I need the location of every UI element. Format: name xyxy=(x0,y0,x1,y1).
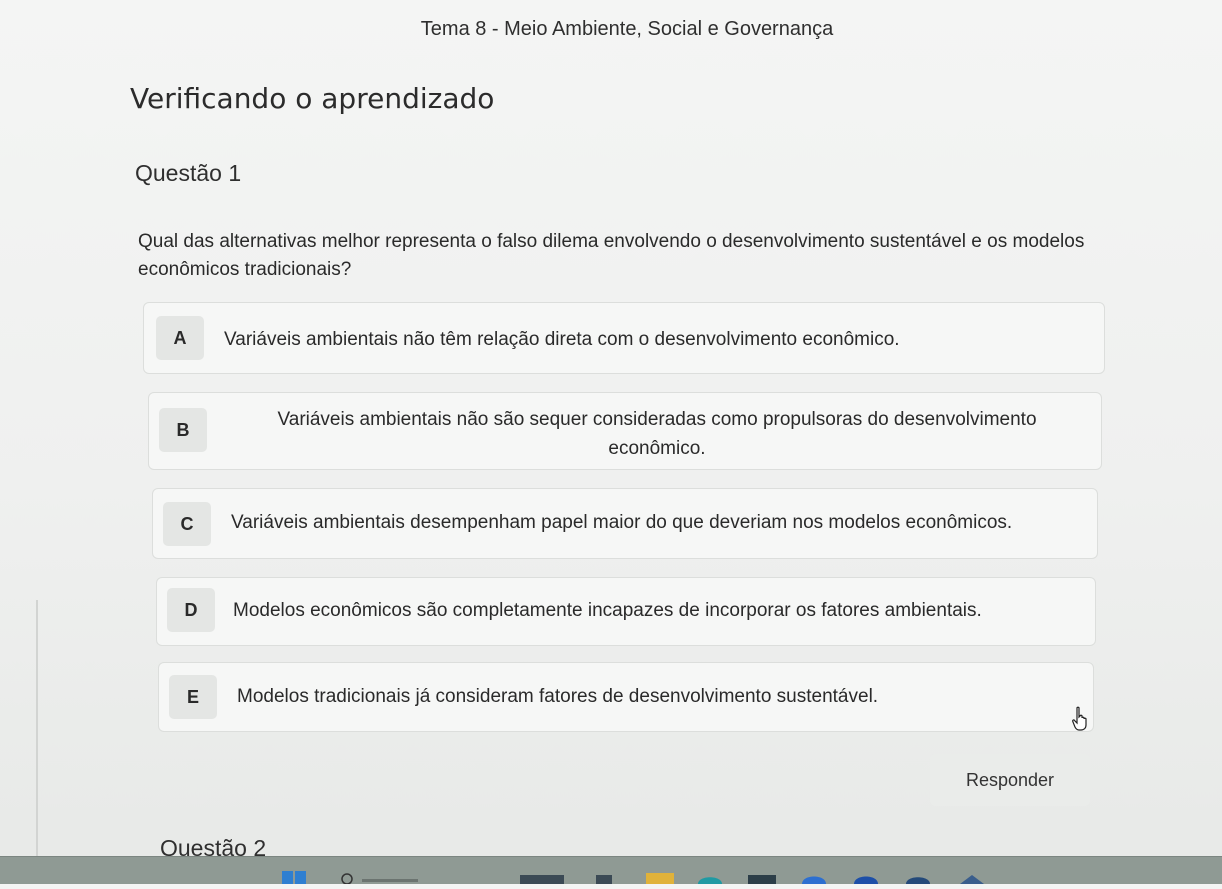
next-question-heading: Questão 2 xyxy=(160,835,267,856)
option-text-a[interactable]: Variáveis ambientais não têm relação dir… xyxy=(224,325,900,354)
app-icon[interactable] xyxy=(596,871,616,889)
option-text-d[interactable]: Modelos econômicos são completamente inc… xyxy=(233,596,982,625)
app-icon[interactable] xyxy=(748,871,778,889)
question-text: Qual das alternativas melhor representa … xyxy=(138,231,1085,280)
option-text-e[interactable]: Modelos tradicionais já consideram fator… xyxy=(237,682,878,711)
option-text-c[interactable]: Variáveis ambientais desempenham papel m… xyxy=(231,508,1012,537)
submit-answer-button[interactable]: Responder xyxy=(930,754,1090,806)
option-b[interactable]: B Variáveis ambientais não são sequer co… xyxy=(148,392,1102,470)
page-heading: Verificando o aprendizado xyxy=(130,82,495,115)
option-letter-a[interactable]: A xyxy=(156,316,204,360)
taskbar xyxy=(0,856,1222,885)
app-icon[interactable] xyxy=(800,871,830,889)
option-letter-e[interactable]: E xyxy=(169,675,217,719)
topic-title: Tema 8 - Meio Ambiente, Social e Governa… xyxy=(420,18,834,40)
app-icon[interactable] xyxy=(520,871,570,889)
hand-pointer-icon xyxy=(1070,706,1090,737)
question-number: Questão 1 xyxy=(135,160,242,186)
file-explorer-icon[interactable] xyxy=(646,871,676,889)
app-icon[interactable] xyxy=(852,871,882,889)
option-d[interactable]: D Modelos econômicos são completamente i… xyxy=(156,577,1096,646)
windows-start-icon[interactable] xyxy=(282,871,306,889)
quiz-page: Tema 8 - Meio Ambiente, Social e Governa… xyxy=(0,0,1222,856)
content-divider xyxy=(36,600,38,856)
option-c[interactable]: C Variáveis ambientais desempenham papel… xyxy=(152,488,1098,559)
option-letter-c[interactable]: C xyxy=(163,502,211,546)
option-text-b[interactable]: Variáveis ambientais não são sequer cons… xyxy=(239,405,1075,463)
app-icon[interactable] xyxy=(958,871,988,889)
option-letter-d[interactable]: D xyxy=(167,588,215,632)
app-icon[interactable] xyxy=(904,871,934,889)
search-icon[interactable] xyxy=(340,871,420,889)
option-a[interactable]: A Variáveis ambientais não têm relação d… xyxy=(143,302,1105,374)
option-e[interactable]: E Modelos tradicionais já consideram fat… xyxy=(158,662,1094,732)
option-letter-b[interactable]: B xyxy=(159,408,207,452)
edge-icon[interactable] xyxy=(696,871,726,889)
